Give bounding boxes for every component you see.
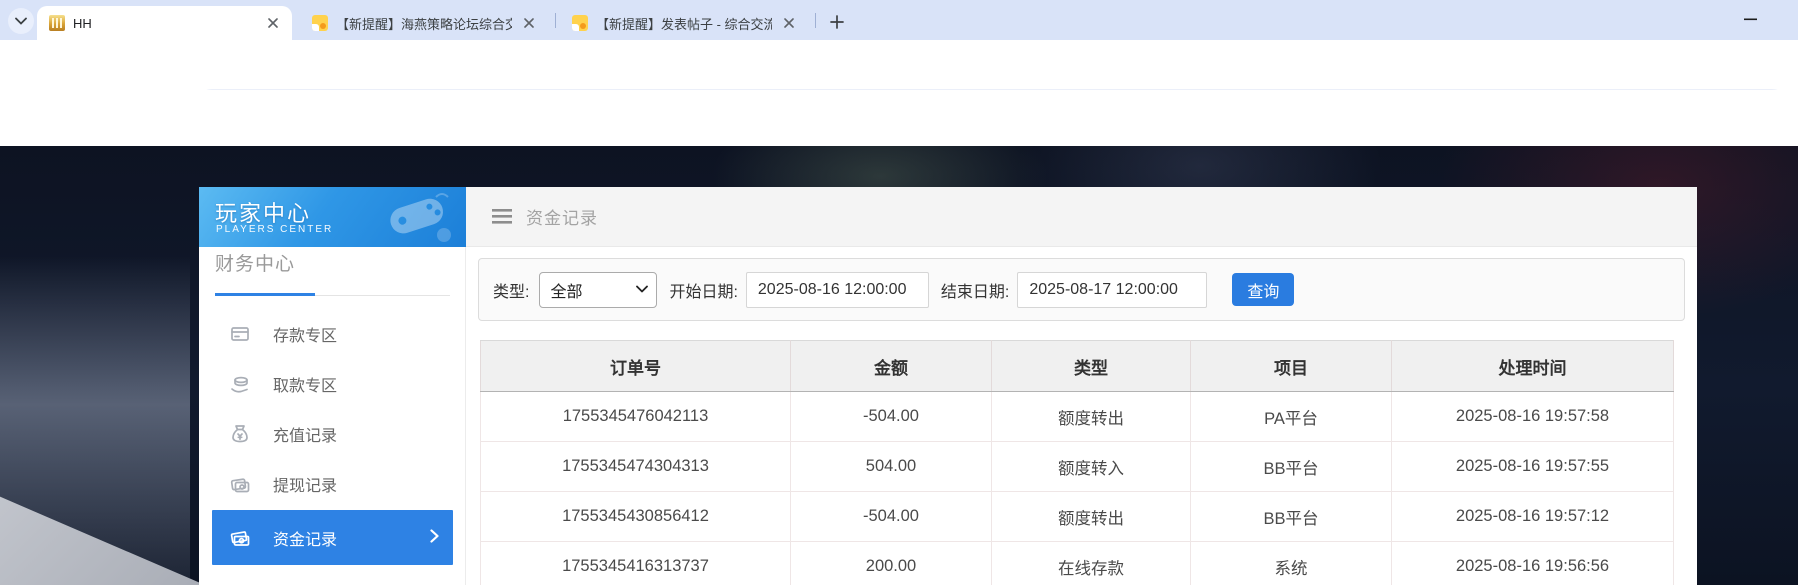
- tab-haiyan-forum[interactable]: 【新提醒】海燕策略论坛综合交: [300, 6, 548, 40]
- wallet-cards-icon: [229, 473, 251, 495]
- sidebar-item-label: 取款专区: [273, 372, 337, 396]
- sidebar: 玩家中心 PLAYERS CENTER 财务中心: [199, 187, 466, 585]
- cell-order: 1755345474304313: [481, 442, 791, 492]
- start-date-input[interactable]: [746, 272, 929, 308]
- hamburger-menu-icon[interactable]: [492, 209, 512, 224]
- close-icon[interactable]: [264, 14, 282, 32]
- yellow-note-favicon: [572, 15, 588, 31]
- type-select-value: 全部: [550, 278, 582, 302]
- sidebar-item-fund-records[interactable]: 资金记录: [212, 510, 453, 565]
- cell-type: 额度转出: [992, 492, 1191, 542]
- sidebar-item-withdraw-zone[interactable]: 取款专区: [199, 359, 466, 409]
- sidebar-header: 玩家中心 PLAYERS CENTER: [199, 187, 466, 247]
- cell-project: PA平台: [1191, 392, 1392, 442]
- tab-separator: [555, 13, 556, 28]
- type-select[interactable]: 全部: [539, 272, 657, 308]
- end-date-label: 结束日期:: [941, 278, 1009, 302]
- tab-separator: [815, 13, 816, 28]
- browser-toolbar: mgm1065.com/hhcp/usercenter.html?iniType…: [0, 40, 1798, 90]
- table-row: 1755345416313737 200.00 在线存款 系统 2025-08-…: [481, 542, 1674, 585]
- cell-time: 2025-08-16 19:57:55: [1392, 442, 1674, 492]
- cell-type: 额度转出: [992, 392, 1191, 442]
- players-center-subtitle: PLAYERS CENTER: [216, 224, 333, 235]
- col-project: 项目: [1191, 341, 1392, 392]
- section-divider-accent: [215, 293, 315, 296]
- close-icon[interactable]: [520, 14, 538, 32]
- gold-site-favicon: [49, 15, 65, 31]
- content-header: 资金记录: [466, 187, 1697, 247]
- cell-project: BB平台: [1191, 492, 1392, 542]
- deposit-card-icon: [229, 323, 251, 345]
- moneybag-icon: [229, 423, 251, 445]
- minimize-icon[interactable]: [1728, 0, 1774, 38]
- tab-search-caret-icon[interactable]: [8, 8, 34, 34]
- cell-project: BB平台: [1191, 442, 1392, 492]
- tab-title: 【新提醒】发表帖子 - 综合交流: [596, 14, 772, 33]
- cell-time: 2025-08-16 19:56:56: [1392, 542, 1674, 585]
- banknotes-icon: [229, 527, 251, 549]
- fund-records-table: 订单号 金额 类型 项目 处理时间 1755345476042113 -504.…: [480, 340, 1674, 585]
- col-amount: 金额: [791, 341, 992, 392]
- table-row: 1755345430856412 -504.00 额度转出 BB平台 2025-…: [481, 492, 1674, 542]
- cell-type: 在线存款: [992, 542, 1191, 585]
- sidebar-item-label: 充值记录: [273, 422, 337, 446]
- bookmarks-bar: 淘 爱淘宝 百度一下: [0, 90, 1798, 146]
- tab-hh[interactable]: HH: [37, 6, 292, 40]
- type-label: 类型:: [493, 278, 529, 302]
- tab-title: 【新提醒】海燕策略论坛综合交: [336, 14, 512, 33]
- chevron-down-icon: [636, 285, 648, 293]
- sidebar-item-deposit-zone[interactable]: 存款专区: [199, 309, 466, 359]
- cell-amount: 504.00: [791, 442, 992, 492]
- col-order-number: 订单号: [481, 341, 791, 392]
- sidebar-item-label: 资金记录: [273, 526, 337, 550]
- cell-type: 额度转入: [992, 442, 1191, 492]
- browser-window: HH 【新提醒】海燕策略论坛综合交 【新提醒】发表帖子 - 综合交流: [0, 0, 1798, 585]
- cell-order: 1755345430856412: [481, 492, 791, 542]
- gamepad-icon: [378, 191, 456, 247]
- sidebar-item-recharge-records[interactable]: 充值记录: [199, 409, 466, 459]
- sidebar-item-label: 提现记录: [273, 472, 337, 496]
- col-process-time: 处理时间: [1392, 341, 1674, 392]
- cell-project: 系统: [1191, 542, 1392, 585]
- table-row: 1755345474304313 504.00 额度转入 BB平台 2025-0…: [481, 442, 1674, 492]
- user-center-panel: 玩家中心 PLAYERS CENTER 财务中心: [199, 187, 1697, 585]
- cell-amount: -504.00: [791, 392, 992, 442]
- start-date-label: 开始日期:: [669, 278, 737, 302]
- search-button[interactable]: 查询: [1232, 273, 1294, 306]
- table-header-row: 订单号 金额 类型 项目 处理时间: [481, 341, 1674, 392]
- fund-records-content: 资金记录 类型: 全部 开始日期: 结束日期: 查询 订单号: [466, 187, 1697, 585]
- sidebar-item-withdrawal-records[interactable]: 提现记录: [199, 459, 466, 509]
- tab-post[interactable]: 【新提醒】发表帖子 - 综合交流: [560, 6, 808, 40]
- chevron-right-icon: [430, 529, 439, 548]
- cell-order: 1755345476042113: [481, 392, 791, 442]
- sidebar-menu: 存款专区 取款专区 充值记录: [199, 309, 466, 585]
- tab-title: HH: [73, 16, 256, 31]
- end-date-input[interactable]: [1017, 272, 1207, 308]
- sidebar-item-label: 存款专区: [273, 322, 337, 346]
- table-row: 1755345476042113 -504.00 额度转出 PA平台 2025-…: [481, 392, 1674, 442]
- cell-order: 1755345416313737: [481, 542, 791, 585]
- filter-bar: 类型: 全部 开始日期: 结束日期: 查询: [478, 258, 1685, 321]
- cell-amount: -504.00: [791, 492, 992, 542]
- cell-time: 2025-08-16 19:57:12: [1392, 492, 1674, 542]
- new-tab-plus-icon[interactable]: [824, 9, 850, 35]
- yellow-note-favicon: [312, 15, 328, 31]
- close-icon[interactable]: [780, 14, 798, 32]
- cell-amount: 200.00: [791, 542, 992, 585]
- col-type: 类型: [992, 341, 1191, 392]
- withdraw-hand-icon: [229, 373, 251, 395]
- page-title: 资金记录: [526, 204, 598, 229]
- cell-time: 2025-08-16 19:57:58: [1392, 392, 1674, 442]
- finance-center-section-title: 财务中心: [215, 249, 295, 276]
- tab-strip: HH 【新提醒】海燕策略论坛综合交 【新提醒】发表帖子 - 综合交流: [0, 0, 1798, 40]
